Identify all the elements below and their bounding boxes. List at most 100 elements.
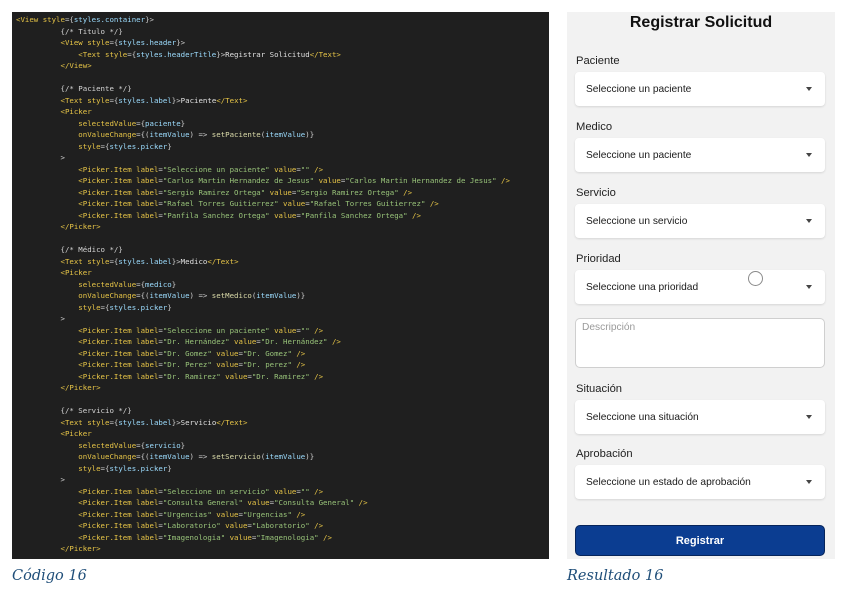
code-token: itemValue <box>265 130 306 139</box>
doctor-label: Medico <box>576 121 613 133</box>
code-token: "Dr. Perez" <box>162 360 212 369</box>
code-token: value <box>211 509 239 519</box>
code-token: label <box>136 360 159 369</box>
approval-picker[interactable]: Seleccione un estado de aprobación <box>575 465 825 499</box>
touch-indicator-icon <box>748 271 763 286</box>
service-label: Servicio <box>576 187 616 199</box>
caret-down-icon <box>806 285 812 289</box>
code-token: ) => <box>189 130 212 139</box>
code-token: label <box>136 337 159 346</box>
code-token: "Urgencias" <box>162 509 212 519</box>
code-token: label <box>136 486 159 496</box>
code-line: selectedValue={medico} <box>16 279 510 291</box>
code-line: <Picker.Item label="Panfila Sanchez Orte… <box>16 210 510 222</box>
patient-picker[interactable]: Seleccione un paciente <box>575 72 825 106</box>
code-line: </Picker> <box>16 221 510 233</box>
doctor-picker[interactable]: Seleccione un paciente <box>575 138 825 172</box>
code-line: {/* Servicio */} <box>16 405 510 417</box>
code-token: "Imagenologia" <box>256 532 319 542</box>
code-token: "" <box>300 164 310 174</box>
service-picker[interactable]: Seleccione un servicio <box>575 204 825 238</box>
code-token: value <box>314 176 341 185</box>
code-token: setPaciente <box>211 130 261 139</box>
code-token: ={( <box>136 130 150 139</box>
code-token: </Text> <box>216 95 248 105</box>
code-token: </Picker> <box>16 383 101 392</box>
code-token: "Laboratorio" <box>162 521 221 530</box>
code-token: label <box>136 371 159 381</box>
code-token: label <box>136 532 159 542</box>
code-token: {/* Titulo */} <box>16 26 123 36</box>
code-editor-panel: <View style={styles.container}> {/* Titu… <box>12 12 549 559</box>
doctor-picker-value: Seleccione un paciente <box>586 150 692 161</box>
code-line: <Picker.Item label="Laboratorio" value="… <box>16 520 510 532</box>
code-token: /> <box>398 187 413 197</box>
code-token: "Seleccione un paciente" <box>162 164 270 174</box>
code-token: </Picker> <box>16 544 101 553</box>
code-line: <Picker.Item label="Urgencias" value="Ur… <box>16 509 510 521</box>
code-token: style <box>42 15 65 24</box>
code-token: styles.picker <box>109 302 168 312</box>
code-token: style <box>87 417 110 427</box>
code-token: itemValue <box>265 452 306 461</box>
caret-down-icon <box>806 480 812 484</box>
code-token: label <box>136 509 159 519</box>
code-line: selectedValue={paciente} <box>16 118 510 130</box>
code-line: onValueChange={(itemValue) => setPacient… <box>16 129 510 141</box>
code-token: }> <box>171 95 181 105</box>
code-token: ) => <box>189 452 212 461</box>
code-token: <Picker.Item <box>16 532 137 542</box>
code-token: "Consulta General" <box>162 498 243 507</box>
code-line: </View> <box>16 60 510 72</box>
code-token: itemValue <box>149 291 190 300</box>
code-token: )} <box>305 130 315 139</box>
code-token: value <box>211 348 239 358</box>
code-token: }> <box>176 38 186 47</box>
code-line: > <box>16 313 510 325</box>
code-token: <Picker.Item <box>16 498 137 507</box>
code-token: "Laboratorio" <box>251 521 310 530</box>
code-token: selectedValue <box>16 440 137 450</box>
caret-down-icon <box>806 153 812 157</box>
code-token: /> <box>309 486 324 496</box>
code-line: </Picker> <box>16 382 510 394</box>
patient-picker-value: Seleccione un paciente <box>586 84 692 95</box>
code-token: onValueChange <box>16 452 137 461</box>
code-token: /> <box>309 371 324 381</box>
code-token: "Rafael Torres Guitierrez" <box>309 199 426 208</box>
code-token: <View <box>16 15 43 24</box>
code-token: {/* Paciente */} <box>16 84 132 93</box>
code-token: label <box>136 210 159 220</box>
code-token: "Urgencias" <box>242 509 292 519</box>
code-token: <Picker.Item <box>16 187 137 197</box>
code-token: "Consulta General" <box>274 498 355 507</box>
priority-picker-value: Seleccione una prioridad <box>586 282 699 293</box>
code-token: Paciente <box>180 95 217 105</box>
code-token: > <box>16 153 65 162</box>
code-line: <Picker <box>16 106 510 118</box>
code-line: </Picker> <box>16 543 510 555</box>
code-line: <Picker.Item label="Dr. Perez" value="Dr… <box>16 359 510 371</box>
status-picker[interactable]: Seleccione una situación <box>575 400 825 434</box>
code-line: <Picker <box>16 267 510 279</box>
code-token: } <box>167 302 172 312</box>
code-token: value <box>229 337 257 346</box>
priority-picker[interactable]: Seleccione una prioridad <box>575 270 825 304</box>
code-token: "Dr. perez" <box>242 360 292 369</box>
code-token: label <box>136 164 159 174</box>
code-token: styles.container <box>73 15 146 24</box>
code-line: style={styles.picker} <box>16 141 510 153</box>
code-token: label <box>136 199 159 208</box>
code-token: <Text <box>16 417 88 427</box>
code-line: <Text style={styles.label}>Servicio</Tex… <box>16 417 510 429</box>
code-token: ={ <box>136 440 146 450</box>
code-token: </View> <box>16 61 92 70</box>
code-token: selectedValue <box>16 118 137 128</box>
description-textarea[interactable]: Descripción <box>575 318 825 368</box>
code-token: } <box>180 118 186 128</box>
code-token: "Imagenologia" <box>162 532 226 542</box>
page-title: Registrar Solicitud <box>629 14 773 31</box>
code-token: }> <box>171 417 181 427</box>
register-button[interactable]: Registrar <box>575 525 825 556</box>
